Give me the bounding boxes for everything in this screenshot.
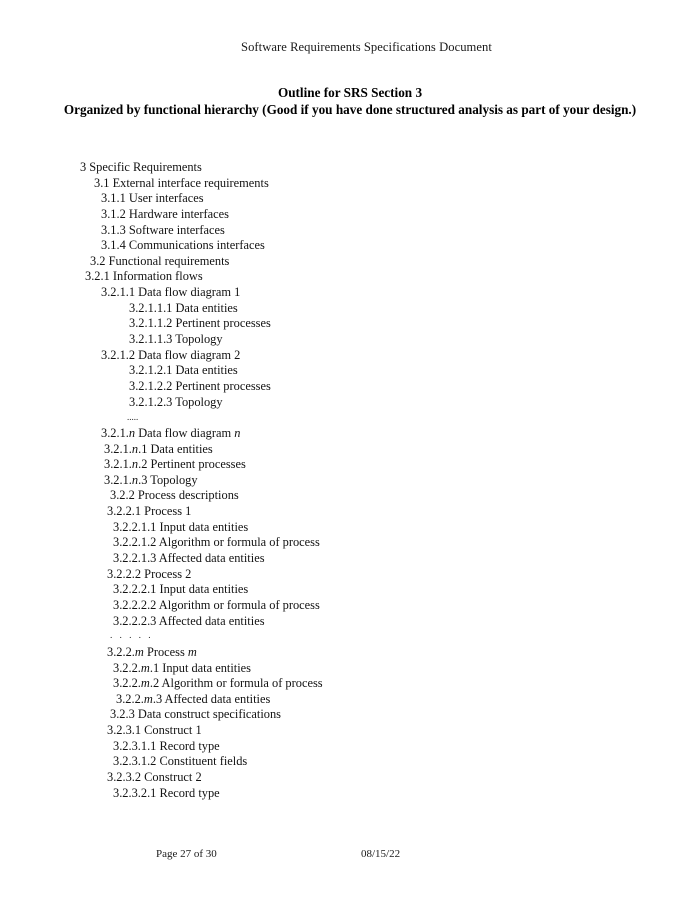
outline-item: 3.2.1.2 Data flow diagram 2: [101, 347, 241, 362]
outline-item: 3.2.1 Information flows: [85, 269, 203, 284]
outline-item: 3.2.1.2.2 Pertinent processes: [129, 378, 271, 393]
outline-item: 3.2.2.m.2 Algorithm or formula of proces…: [113, 676, 323, 691]
outline-item: 3.1.2 Hardware interfaces: [101, 206, 229, 221]
outline-item: 3.2.1.2.3 Topology: [129, 394, 223, 409]
title-block: Outline for SRS Section 3 Organized by f…: [60, 84, 640, 119]
outline-item: 3.2.3.1.2 Constituent fields: [113, 754, 248, 769]
outline-item: 3.2.1.2.1 Data entities: [129, 363, 238, 378]
outline-item: 3.1.4 Communications interfaces: [101, 238, 265, 253]
outline-variable: n: [234, 425, 241, 440]
outline-variable: n: [128, 425, 136, 440]
outline-item: 3.2.2.m Process m: [107, 644, 197, 659]
title-line-primary: Outline for SRS Section 3: [277, 85, 423, 100]
outline-item: 3.2.2.m.3 Affected data entities: [116, 691, 271, 706]
outline-item: 3.2.3.2.1 Record type: [113, 785, 220, 800]
running-header: Software Requirements Specifications Doc…: [241, 40, 492, 54]
outline-ellipsis: . . . . .: [110, 631, 153, 642]
footer-page-number: Page 27 of 30: [156, 848, 217, 860]
outline-item: 3.2.2.2.2 Algorithm or formula of proces…: [113, 597, 320, 612]
outline-item: 3.1 External interface requirements: [94, 175, 269, 190]
outline-item: 3.2.2.1.2 Algorithm or formula of proces…: [113, 535, 320, 550]
outline-variable: m: [143, 691, 153, 706]
outline-item: 3.2.2.2.3 Affected data entities: [113, 613, 265, 628]
outline-variable: n: [131, 472, 139, 487]
outline-variable: m: [134, 644, 144, 659]
outline-item: 3.2.1.n.2 Pertinent processes: [104, 457, 246, 472]
outline-item: 3.2.2.1 Process 1: [107, 504, 192, 519]
outline-item: 3.2 Functional requirements: [90, 253, 230, 268]
outline-variable: n: [131, 457, 139, 472]
outline-item: 3.2.3.2 Construct 2: [107, 769, 202, 784]
outline-item: 3.2.2.m.1 Input data entities: [113, 660, 252, 675]
outline-variable: m: [140, 660, 150, 675]
outline-item: 3.2.2.1.1 Input data entities: [113, 519, 249, 534]
outline-item: 3.2.1.1.3 Topology: [129, 332, 223, 347]
outline-item: 3.2.1.n.1 Data entities: [104, 441, 213, 456]
outline-item: 3.1.1 User interfaces: [101, 191, 204, 206]
outline-ellipsis: .....: [127, 412, 139, 423]
outline-item: 3 Specific Requirements: [80, 160, 202, 174]
outline-item: 3.1.3 Software interfaces: [101, 222, 225, 237]
outline-item: 3.2.3.1.1 Record type: [113, 738, 220, 753]
outline-item: 3.2.2.2.1 Input data entities: [113, 582, 249, 597]
outline-item: 3.2.1.n.3 Topology: [104, 472, 198, 487]
title-line-secondary: Organized by functional hierarchy (Good …: [63, 102, 637, 118]
document-footer: Page 27 of 30 08/15/22: [0, 846, 695, 864]
footer-date: 08/15/22: [361, 848, 401, 860]
outline-list: 3 Specific Requirements 3.1 External inte…: [0, 160, 695, 801]
outline-item: 3.2.2.1.3 Affected data entities: [113, 551, 265, 566]
outline-item: 3.2.3.1 Construct 1: [107, 723, 202, 738]
outline-variable: n: [131, 441, 139, 456]
outline-item: 3.2.2.2 Process 2: [107, 566, 192, 581]
outline-variable: m: [187, 644, 197, 659]
outline-item: 3.2.1.1.1 Data entities: [129, 300, 238, 315]
outline-item: 3.2.1.1.2 Pertinent processes: [129, 316, 271, 331]
outline-item: 3.2.3 Data construct specifications: [110, 707, 282, 722]
outline-item: 3.2.1.n Data flow diagram n: [101, 425, 241, 440]
outline-variable: m: [140, 676, 150, 691]
document-page: Software Requirements Specifications Doc…: [0, 0, 695, 900]
outline-item: 3.2.1.1 Data flow diagram 1: [101, 285, 241, 300]
outline-item: 3.2.2 Process descriptions: [110, 488, 239, 503]
